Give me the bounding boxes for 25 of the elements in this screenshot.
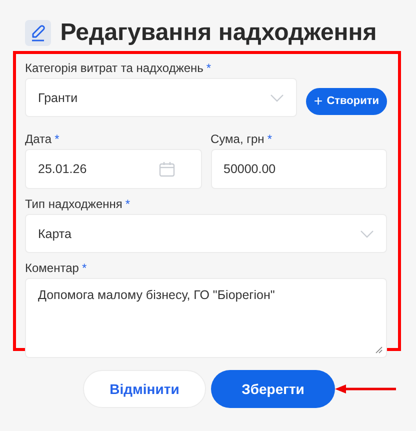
field-label: Сума, грн [210, 132, 264, 146]
field-label: Коментар [25, 260, 79, 274]
edit-icon [25, 20, 52, 46]
field-label: Дата [25, 132, 52, 146]
pointer-arrow [335, 384, 397, 394]
required-mark: * [267, 132, 272, 146]
required-mark: * [206, 60, 212, 74]
page-title: Редагування надходження [60, 19, 377, 47]
calendar-icon [158, 161, 174, 177]
create-button[interactable]: + Створити [306, 88, 387, 114]
required-mark: * [82, 260, 87, 274]
income-type-select[interactable]: Карта [25, 214, 387, 253]
resize-handle-icon[interactable] [375, 346, 383, 354]
cancel-button[interactable]: Відмінити [83, 370, 206, 408]
date-field[interactable]: 25.01.26 [25, 149, 202, 189]
comment-textarea[interactable]: Допомога малому бізнесу, ГО "Біорегіон" [25, 278, 387, 358]
save-button[interactable]: Зберегти [211, 370, 335, 408]
field-label: Категорія витрат та надходжень [25, 60, 204, 74]
chevron-down-icon [270, 94, 284, 102]
chevron-down-icon [360, 230, 374, 238]
field-label: Тип надходження [25, 196, 122, 210]
amount-field[interactable]: 50000.00 [210, 149, 387, 189]
category-select[interactable]: Гранти [25, 78, 297, 117]
required-mark: * [125, 196, 130, 210]
required-mark: * [54, 132, 60, 146]
